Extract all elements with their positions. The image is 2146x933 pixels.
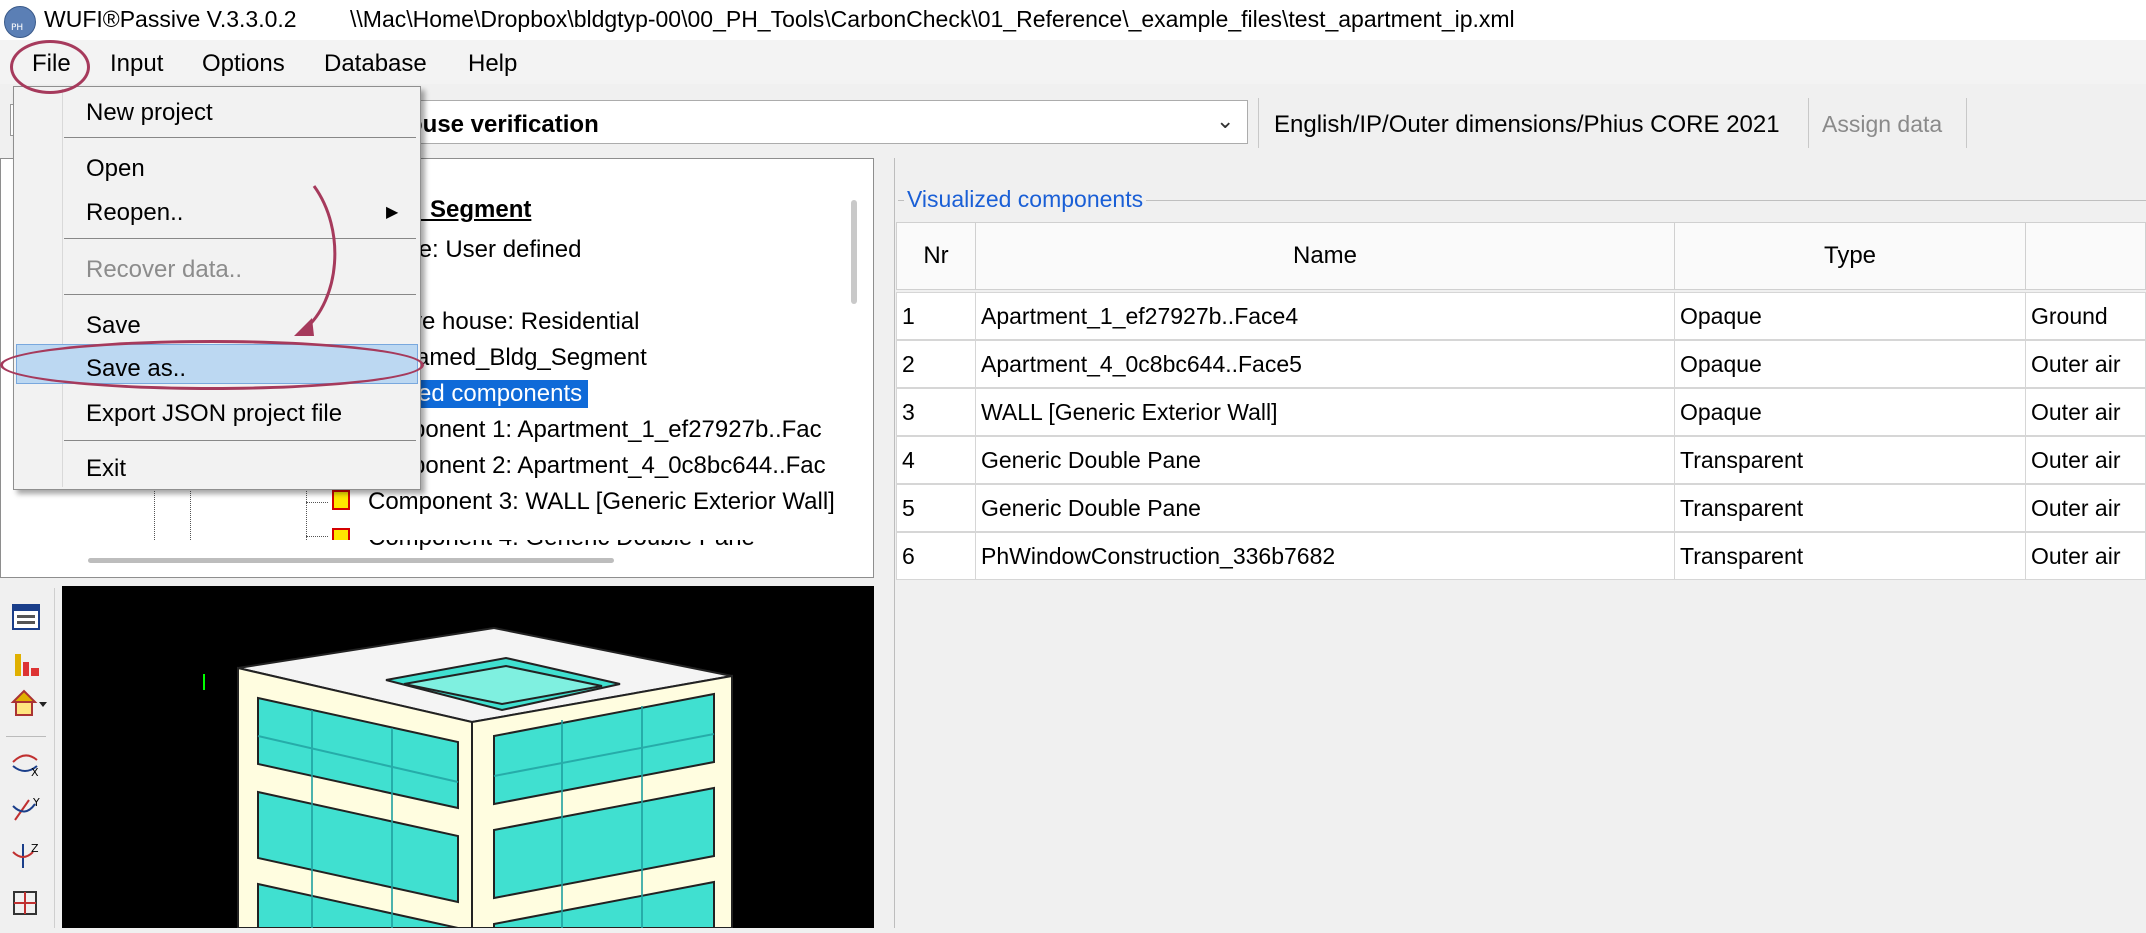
cell-type[interactable]: Opaque — [1674, 340, 2026, 388]
menu-bar: File Input Options Database Help — [0, 40, 2146, 84]
cell-type[interactable]: Opaque — [1674, 388, 2026, 436]
annotation-circle-save-as — [0, 340, 424, 390]
tree-clip: Component 4: Generic Double Pane — [52, 540, 838, 570]
cell-name[interactable]: Generic Double Pane — [975, 484, 1675, 532]
tree-node-visualized-components[interactable]: ed components — [412, 380, 589, 408]
cell-nr[interactable]: 4 — [896, 436, 976, 484]
menu-input[interactable]: Input — [110, 50, 163, 78]
chevron-down-icon[interactable]: ⌄ — [1216, 108, 1234, 134]
toolbar-separator — [1966, 98, 1967, 148]
assign-data-button[interactable]: Assign data — [1822, 111, 1942, 138]
app-icon-text: PH — [11, 23, 24, 33]
tree-line — [306, 536, 328, 537]
annotation-circle-file — [10, 40, 90, 94]
tree-node-component[interactable]: ponent 1: Apartment_1_ef27927b..Fac — [412, 416, 822, 444]
column-header-nr[interactable]: Nr — [896, 222, 976, 290]
menu-item-new-project[interactable]: New project — [86, 99, 213, 127]
chart-icon[interactable] — [9, 650, 43, 684]
cell-name[interactable]: WALL [Generic Exterior Wall] — [975, 388, 1675, 436]
cell-nr[interactable]: 1 — [896, 292, 976, 340]
cell-nr[interactable]: 6 — [896, 532, 976, 580]
cell-name[interactable]: Apartment_4_0c8bc644..Face5 — [975, 340, 1675, 388]
menu-item-export-json[interactable]: Export JSON project file — [86, 400, 342, 428]
case-select-value: ouse verification — [408, 111, 599, 138]
cell-boundary[interactable]: Outer air — [2025, 340, 2146, 388]
menu-separator — [64, 238, 416, 239]
cell-type[interactable]: Transparent — [1674, 532, 2026, 580]
toolbar-separator — [1808, 98, 1809, 148]
settings-info: English/IP/Outer dimensions/Phius CORE 2… — [1274, 111, 1780, 138]
tree-line — [306, 502, 328, 503]
menu-item-save[interactable]: Save — [86, 312, 141, 340]
rotate-y-label: Y — [32, 796, 40, 809]
tree-vertical-scrollbar[interactable] — [851, 200, 857, 304]
annotation-arrow-icon — [294, 185, 337, 336]
cell-name[interactable]: Apartment_1_ef27927b..Face4 — [975, 292, 1675, 340]
column-header-name[interactable]: Name — [975, 222, 1675, 290]
tree-node-passive-house[interactable]: ve house: Residential — [410, 308, 639, 336]
cell-name[interactable]: PhWindowConstruction_336b7682 — [975, 532, 1675, 580]
cell-boundary[interactable]: Outer air — [2025, 436, 2146, 484]
grid-icon[interactable] — [9, 886, 43, 920]
cell-type[interactable]: Opaque — [1674, 292, 2026, 340]
submenu-arrow-icon: ▶ — [386, 204, 399, 221]
group-title: Visualized components — [904, 186, 1147, 213]
wall-component-icon — [332, 490, 350, 510]
rotate-z-label: Z — [31, 842, 39, 855]
cell-nr[interactable]: 3 — [896, 388, 976, 436]
cell-type[interactable]: Transparent — [1674, 484, 2026, 532]
tree-node-climate[interactable]: te: User defined — [412, 236, 581, 264]
menu-options[interactable]: Options — [202, 50, 285, 78]
building-model — [203, 626, 733, 929]
menu-help[interactable]: Help — [468, 50, 517, 78]
tree-horizontal-scrollbar[interactable] — [88, 558, 614, 563]
cell-boundary[interactable]: Outer air — [2025, 388, 2146, 436]
app-title: WUFI®Passive V.3.3.0.2 — [44, 6, 297, 32]
tree-node-component[interactable]: Component 3: WALL [Generic Exterior Wall… — [368, 488, 835, 516]
rotate-y-icon[interactable]: Y — [9, 794, 43, 828]
tree-node-bldg-segment[interactable]: amed_Bldg_Segment — [416, 344, 647, 372]
menu-item-exit[interactable]: Exit — [86, 455, 126, 483]
rotate-x-icon[interactable]: X — [9, 748, 43, 782]
menu-separator — [64, 137, 416, 138]
view-toolstrip: X Y Z — [0, 588, 55, 928]
toolbar-separator — [1258, 98, 1259, 148]
rotate-z-icon[interactable]: Z — [9, 840, 43, 874]
cell-name[interactable]: Generic Double Pane — [975, 436, 1675, 484]
rotate-x-label: X — [31, 766, 39, 778]
3d-view[interactable] — [62, 586, 874, 929]
cell-nr[interactable]: 5 — [896, 484, 976, 532]
column-header-boundary[interactable] — [2025, 222, 2146, 290]
menu-item-recover-data: Recover data.. — [86, 256, 243, 283]
toolstrip-separator — [6, 736, 46, 737]
tree-node-component[interactable]: Component 4: Generic Double Pane — [368, 540, 755, 552]
app-icon: PH — [4, 6, 36, 38]
menu-database[interactable]: Database — [324, 50, 427, 78]
menu-gutter — [62, 89, 63, 487]
column-header-type[interactable]: Type — [1674, 222, 2026, 290]
cell-type[interactable]: Transparent — [1674, 436, 2026, 484]
menu-separator — [64, 440, 416, 441]
menu-item-open[interactable]: Open — [86, 155, 145, 183]
cell-boundary[interactable]: Outer air — [2025, 484, 2146, 532]
cell-boundary[interactable]: Ground — [2025, 292, 2146, 340]
house-dropdown-icon[interactable] — [9, 688, 47, 722]
menu-item-reopen[interactable]: Reopen.. — [86, 199, 183, 227]
window-view-icon[interactable] — [9, 602, 43, 636]
tree-node-component[interactable]: ponent 2: Apartment_4_0c8bc644..Fac — [412, 452, 826, 480]
menu-separator — [64, 294, 416, 295]
file-path: \\Mac\Home\Dropbox\bldgtyp-00\00_PH_Tool… — [350, 6, 1515, 32]
cell-boundary[interactable]: Outer air — [2025, 532, 2146, 580]
cell-nr[interactable]: 2 — [896, 340, 976, 388]
tree-node-segment[interactable]: g_Segment — [402, 196, 531, 224]
